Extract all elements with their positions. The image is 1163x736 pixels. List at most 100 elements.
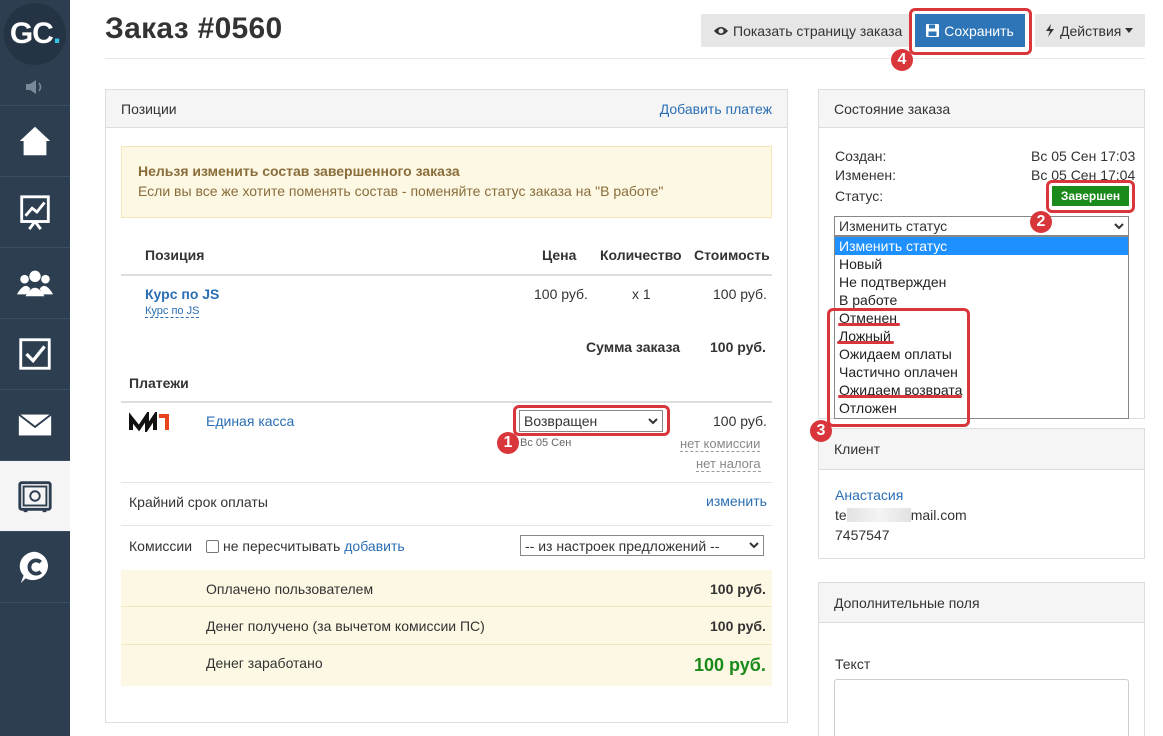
chevron-down-icon: [1114, 222, 1124, 229]
client-email-prefix: te: [835, 507, 847, 523]
change-status-select[interactable]: Изменить статус: [834, 216, 1129, 236]
created-label: Создан:: [835, 148, 887, 164]
extra-fields-title: Дополнительные поля: [834, 594, 980, 611]
col-quantity: Количество: [600, 247, 682, 263]
positions-panel-header: Позиции Добавить платеж: [106, 90, 787, 128]
add-commission-link[interactable]: добавить: [344, 538, 404, 554]
order-state-header: Состояние заказа: [819, 90, 1144, 128]
chat-bubble-icon: [19, 551, 48, 584]
deadline-label: Крайний срок оплаты: [129, 494, 268, 510]
chevron-down-icon: [749, 542, 759, 549]
total-paid-value: 100 руб.: [710, 581, 766, 597]
payment-provider-link[interactable]: Единая касса: [206, 413, 294, 429]
item-price: 100 руб.: [534, 286, 588, 302]
client-email: te mail.com: [835, 507, 967, 523]
annotation-box-save: [909, 8, 1032, 55]
sum-label: Сумма заказа: [586, 339, 681, 355]
total-paid-label: Оплачено пользователем: [206, 581, 374, 597]
total-received-label: Денег получено (за вычетом комиссии ПС): [206, 618, 485, 634]
text-field-input[interactable]: [834, 679, 1129, 736]
email-redacted-block: [846, 508, 911, 522]
eye-icon: [714, 26, 728, 35]
checkbox-icon: [19, 338, 51, 370]
sidebar-item-sales[interactable]: [0, 461, 70, 532]
commissions-label: Комиссии: [129, 538, 193, 554]
no-recalc-checkbox-wrap: не пересчитывать добавить: [206, 538, 405, 554]
annotation-box-status: [1046, 180, 1135, 213]
col-price: Цена: [542, 247, 577, 263]
payments-title: Платежи: [129, 375, 189, 391]
show-order-page-button[interactable]: Показать страницу заказа: [701, 14, 909, 47]
unified-cashbox-logo-icon: [129, 412, 169, 432]
header-divider: [105, 58, 1145, 59]
no-commission-link[interactable]: нет комиссии: [680, 436, 761, 452]
totals-divider-1: [121, 606, 772, 607]
chart-board-icon: [20, 195, 50, 230]
client-title: Клиент: [834, 441, 881, 457]
order-state-title: Состояние заказа: [834, 100, 951, 117]
users-icon: [16, 270, 54, 297]
sidebar-item-stats[interactable]: [0, 177, 70, 248]
annotation-number-4: 4: [891, 49, 913, 71]
client-email-suffix: mail.com: [910, 507, 967, 523]
speaker-row[interactable]: [0, 68, 70, 106]
warning-box: Нельзя изменить состав завершенного зака…: [121, 146, 772, 218]
sidebar-item-mail[interactable]: [0, 390, 70, 461]
sidebar-item-tasks[interactable]: [0, 319, 70, 390]
lightning-icon: [1046, 24, 1054, 37]
no-recalc-checkbox[interactable]: [206, 539, 219, 553]
warning-text: Если вы все же хотите поменять состав - …: [138, 183, 664, 199]
col-cost: Стоимость: [694, 247, 770, 263]
payments-divider: [121, 401, 772, 403]
logo-wrap: GC.: [0, 0, 70, 68]
total-earned-label: Денег заработано: [206, 655, 323, 671]
annotation-number-3: 3: [810, 420, 832, 442]
no-tax-link[interactable]: нет налога: [696, 456, 761, 472]
sidebar-item-chat[interactable]: [0, 532, 70, 603]
table-header-divider: [121, 274, 772, 276]
deadline-change-link[interactable]: изменить: [706, 493, 767, 509]
logo-dot: .: [52, 17, 61, 50]
item-cost: 100 руб.: [713, 286, 767, 302]
commission-select-value: -- из настроек предложений --: [525, 537, 720, 554]
sum-value: 100 руб.: [710, 339, 766, 355]
page-title: Заказ #0560: [105, 12, 283, 45]
underline-false: [837, 341, 894, 344]
deadline-divider-bottom: [121, 525, 772, 526]
payment-amount: 100 руб.: [713, 413, 767, 429]
status-option[interactable]: Изменить статус: [835, 237, 1128, 255]
status-option[interactable]: Новый: [835, 255, 1128, 273]
annotation-number-2: 2: [1030, 211, 1052, 233]
payment-date: Вс 05 Сен: [520, 437, 572, 449]
item-name-link[interactable]: Курс по JS: [145, 286, 219, 302]
status-option[interactable]: В работе: [835, 291, 1128, 309]
actions-label: Действия: [1060, 22, 1122, 39]
item-sub-link[interactable]: Курс по JS: [145, 305, 200, 318]
warning-title: Нельзя изменить состав завершенного зака…: [138, 163, 460, 179]
col-position: Позиция: [145, 247, 205, 263]
actions-button[interactable]: Действия: [1035, 14, 1145, 47]
home-icon: [19, 126, 51, 156]
item-quantity: x 1: [632, 286, 651, 302]
client-name-link[interactable]: Анастасия: [835, 487, 903, 503]
created-value: Вс 05 Сен 17:03: [1031, 148, 1136, 164]
commission-select[interactable]: -- из настроек предложений --: [520, 535, 764, 556]
annotation-number-1: 1: [497, 432, 519, 454]
client-header: Клиент: [819, 429, 1144, 470]
logo[interactable]: GC.: [4, 3, 66, 65]
show-order-page-label: Показать страницу заказа: [733, 22, 903, 39]
status-option[interactable]: Не подтвержден: [835, 273, 1128, 291]
text-field-label: Текст: [835, 656, 871, 672]
positions-title: Позиции: [121, 100, 177, 117]
envelope-icon: [18, 413, 52, 436]
sidebar-item-users[interactable]: [0, 248, 70, 319]
status-label: Статус:: [835, 188, 884, 204]
underline-awaiting-refund: [838, 395, 962, 398]
add-payment-link[interactable]: Добавить платеж: [660, 101, 772, 117]
speaker-icon: [26, 79, 42, 94]
annotation-box-payment-status: [513, 405, 670, 436]
client-phone: 7457547: [835, 527, 890, 543]
change-status-value: Изменить статус: [839, 218, 948, 234]
deadline-divider-top: [121, 482, 772, 483]
sidebar-item-home[interactable]: [0, 106, 70, 177]
